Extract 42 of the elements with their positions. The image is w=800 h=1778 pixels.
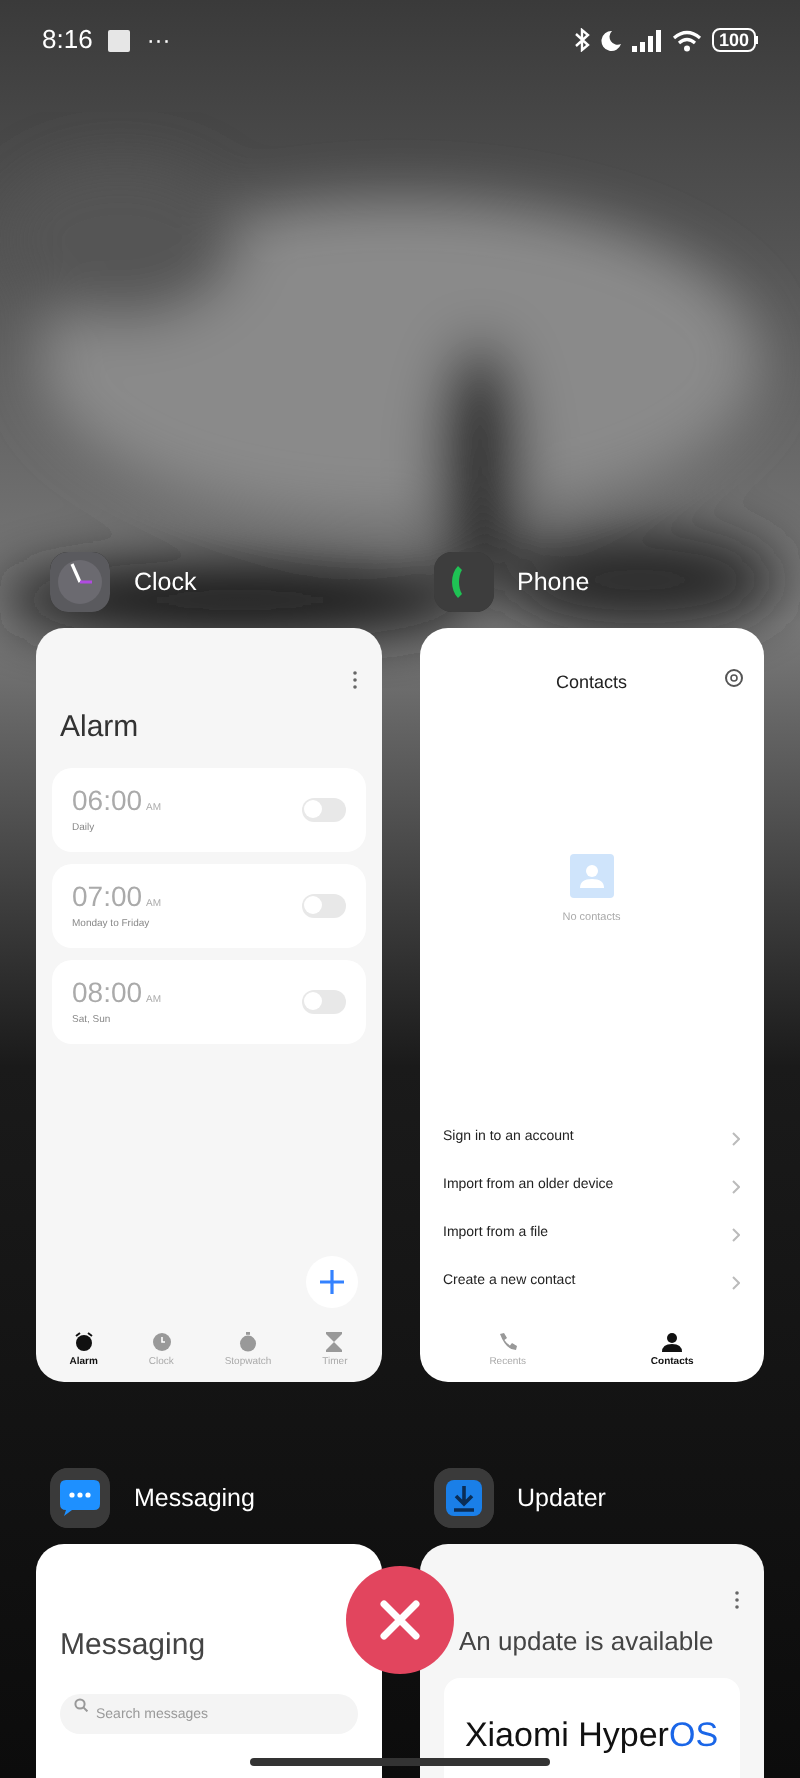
- alarm-time: 06:00: [72, 782, 143, 821]
- signal-icon: [632, 29, 663, 51]
- chevron-right-icon: [732, 1180, 740, 1194]
- chevron-right-icon: [732, 1132, 740, 1146]
- screen-title: Contacts: [555, 670, 628, 696]
- chevron-right-icon: [732, 1276, 740, 1290]
- screen-title: An update is available: [457, 1624, 716, 1660]
- screen-title: Alarm: [58, 708, 141, 748]
- update-card[interactable]: Xiaomi HyperOS: [443, 1677, 740, 1778]
- alarm-time: 07:00: [72, 878, 143, 917]
- notification-icon: [108, 29, 131, 51]
- app-name: Messaging: [134, 1481, 255, 1516]
- alarm-time: 08:00: [72, 974, 143, 1013]
- clock-time: 8:16: [42, 22, 93, 59]
- clock-icon: [151, 1331, 172, 1351]
- add-button[interactable]: [305, 1255, 357, 1307]
- more-icon[interactable]: [734, 1590, 740, 1610]
- search-icon: [74, 1698, 88, 1712]
- chevron-right-icon: [732, 1228, 740, 1242]
- more-icon[interactable]: [351, 670, 357, 690]
- phone-icon: [497, 1331, 518, 1351]
- screen-title: Messaging: [58, 1626, 208, 1666]
- alarm-clock-icon: [73, 1331, 94, 1351]
- app-name: Clock: [134, 565, 197, 600]
- more-notifications: ···: [146, 24, 171, 58]
- app-name: Updater: [517, 1481, 606, 1516]
- clock-app-icon[interactable]: [50, 552, 110, 612]
- brand-accent: OS: [668, 1717, 719, 1757]
- stopwatch-icon: [238, 1331, 258, 1351]
- wifi-icon: [672, 29, 703, 51]
- phone-app-icon[interactable]: [433, 552, 493, 612]
- contact-placeholder-icon: [569, 853, 614, 897]
- brand-name: Xiaomi Hyper: [464, 1717, 669, 1757]
- app-preview-card[interactable]: An update is available Xiaomi HyperOS: [419, 1544, 764, 1778]
- moon-icon: [600, 29, 623, 51]
- person-icon: [662, 1331, 683, 1351]
- hourglass-icon: [326, 1331, 343, 1351]
- battery-indicator: 100: [712, 28, 758, 52]
- settings-icon[interactable]: [724, 668, 744, 688]
- close-icon: [380, 1600, 420, 1640]
- app-name: Phone: [517, 565, 590, 600]
- bluetooth-icon: [574, 28, 591, 52]
